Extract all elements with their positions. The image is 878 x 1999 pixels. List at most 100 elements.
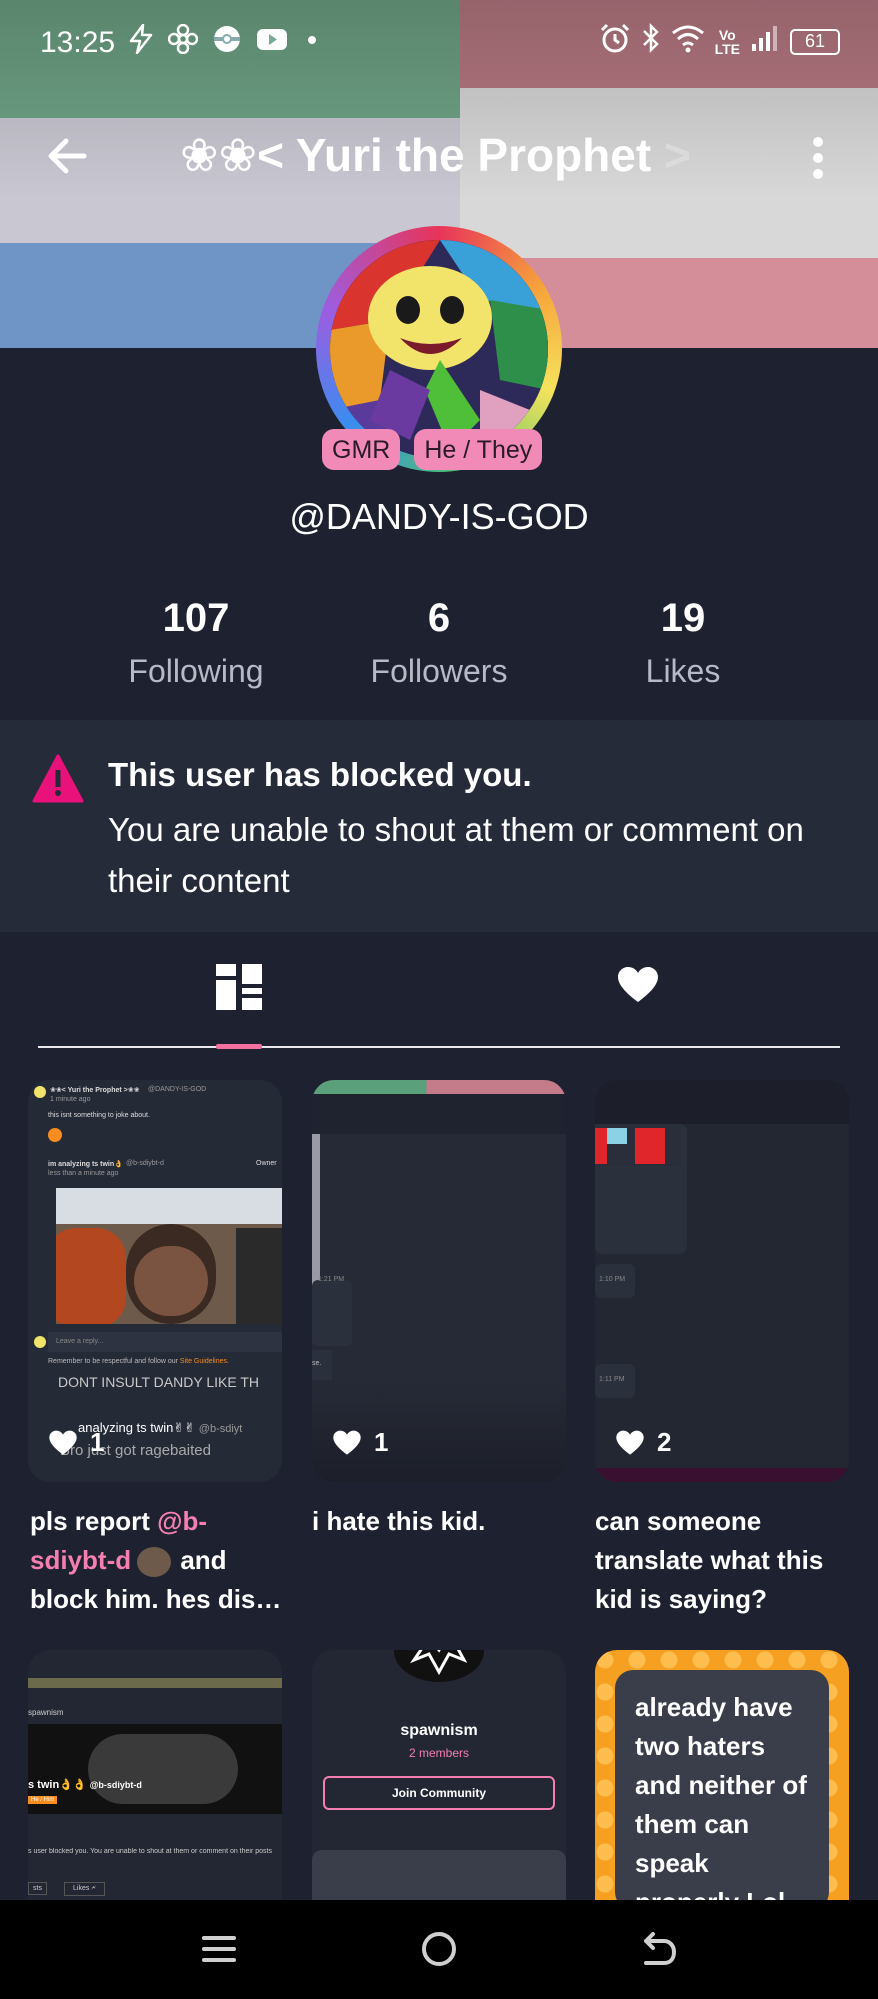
notice-title: This user has blocked you.: [108, 756, 532, 793]
join-community-button: Join Community: [323, 1776, 555, 1810]
post-1-caption-pre: pls report: [30, 1506, 158, 1536]
post-thumb-4: spawnism s twin👌👌 @b-sdiybt-d He / Him s…: [28, 1650, 282, 1900]
avatar[interactable]: [330, 240, 548, 458]
battery-indicator: 61: [790, 28, 840, 55]
post-3-caption[interactable]: can someone translate what this kid is s…: [595, 1502, 849, 1619]
thumb-reply-author: im analyzing ts twin👌: [48, 1161, 123, 1168]
back-arrow-icon: [48, 138, 87, 174]
post-3-likes: 2: [615, 1427, 671, 1458]
username: @DANDY-IS-GOD: [289, 496, 589, 537]
status-time: 13:25: [40, 26, 116, 59]
badge-pronouns: He / They: [414, 429, 543, 470]
nav-back-button[interactable]: [634, 1924, 684, 1974]
nav-recents-button[interactable]: [194, 1924, 244, 1974]
stat-likes-value: 19: [660, 596, 706, 640]
thumb-time-1: 1:10 PM: [599, 1276, 626, 1283]
warning-icon: [32, 754, 84, 803]
blocked-notice: This user has blocked you. You are unabl…: [0, 720, 878, 932]
bluetooth-icon: [641, 22, 661, 61]
thumb-handle: @DANDY-IS-GOD: [148, 1086, 207, 1093]
page-title: ❀❀< Yuri the Prophet >: [180, 128, 691, 182]
community-name: spawnism: [400, 1722, 478, 1739]
thumb-owner: Owner: [256, 1160, 277, 1167]
system-nav-bar: [0, 1900, 878, 1999]
post-card-3[interactable]: 1:10 PM 1:11 PM 2: [595, 1080, 849, 1482]
stat-following-value: 107: [162, 596, 230, 640]
post-card-1[interactable]: ❀❀< Yuri the Prophet >❀❀ @DANDY-IS-GOD 1…: [28, 1080, 282, 1482]
tab-divider: [38, 1046, 840, 1048]
signal-icon: [750, 24, 780, 59]
nav-home-button[interactable]: [414, 1924, 464, 1974]
wifi-icon: [671, 23, 705, 60]
stat-following-label: Following: [128, 653, 264, 689]
post-1-likes: 1: [48, 1427, 104, 1458]
nav-back-icon: [644, 1932, 676, 1965]
status-right-icons: Vo LTE 61: [599, 22, 840, 61]
post-thumb-5: spawnism 2 members Join Community: [312, 1650, 566, 1900]
thumb-guideline: Remember to be respectful and follow our: [48, 1358, 178, 1365]
thumb-4-label: spawnism: [28, 1708, 64, 1717]
more-vertical-icon: [813, 137, 823, 179]
text-post-bubble: already have two haters and neither of t…: [615, 1670, 829, 1900]
stat-followers[interactable]: 6 Followers: [319, 596, 559, 690]
tab-likes[interactable]: [617, 966, 659, 1004]
thumb-4-blocked: s user blocked you. You are unable to sh…: [28, 1848, 272, 1855]
stat-following[interactable]: 107 Following: [76, 596, 316, 690]
thumb-text: this isnt something to joke about.: [48, 1112, 150, 1119]
post-1-caption[interactable]: pls report @b-sdiybt-d and block him. he…: [30, 1502, 284, 1619]
post-3-like-count: 2: [657, 1427, 672, 1457]
tab-posts[interactable]: [216, 964, 262, 1010]
youtube-icon: [256, 24, 288, 61]
heart-icon: [616, 1430, 644, 1455]
badge-gmr: GMR: [322, 429, 401, 470]
profile-screen: 13:25 Vo LTE 61 ❀❀< Yuri the Prophet > G…: [0, 0, 878, 1999]
post-2-like-count: 1: [374, 1427, 389, 1457]
home-circle-icon: [422, 1932, 456, 1966]
thumb-4-pronoun: He / Him: [28, 1796, 58, 1804]
alarm-icon: [599, 22, 631, 61]
thumb-quote-handle: @b-sdiyt: [198, 1423, 243, 1435]
post-card-5[interactable]: spawnism 2 members Join Community: [312, 1650, 566, 1900]
thumb-time: 1:21 PM: [318, 1276, 345, 1283]
notice-body: You are unable to shout at them or comme…: [108, 811, 804, 899]
tab-active-indicator: [216, 1044, 262, 1049]
thumb-reply-placeholder: Leave a reply...: [48, 1332, 282, 1352]
post-card-4[interactable]: spawnism s twin👌👌 @b-sdiybt-d He / Him s…: [28, 1650, 282, 1900]
thumb-author: ❀❀< Yuri the Prophet >❀❀: [50, 1087, 140, 1094]
dot-icon: [302, 24, 322, 61]
thumb-guideline-link: Site Guidelines.: [179, 1358, 229, 1365]
post-2-likes: 1: [332, 1427, 388, 1458]
post-card-2[interactable]: 1:21 PM se. 1: [312, 1080, 566, 1482]
volte-icon: Vo LTE: [714, 26, 740, 57]
stat-followers-value: 6: [427, 596, 451, 640]
grid-posts-icon: [216, 964, 262, 1010]
thumb-4-tab-a: sts: [28, 1882, 47, 1895]
post-thumb-1: ❀❀< Yuri the Prophet >❀❀ @DANDY-IS-GOD 1…: [28, 1080, 282, 1482]
stat-likes-label: Likes: [645, 653, 721, 689]
thumb-4-handle: @b-sdiybt-d: [89, 1780, 142, 1790]
heart-icon: [618, 967, 658, 1002]
thumb-4-tab-b: Likes 🗲: [64, 1882, 105, 1896]
status-bar: 13:25 Vo LTE 61: [0, 0, 878, 88]
page-title-text: ❀❀< Yuri the Prophet: [180, 129, 652, 181]
post-card-6[interactable]: already have two haters and neither of t…: [595, 1650, 849, 1900]
pokeball-icon: [212, 24, 242, 61]
stat-likes[interactable]: 19 Likes: [563, 596, 803, 690]
post-2-caption[interactable]: i hate this kid.: [312, 1502, 566, 1541]
heart-icon: [333, 1430, 361, 1455]
heart-icon: [49, 1430, 77, 1455]
back-button[interactable]: [44, 132, 92, 180]
recents-icon: [202, 1936, 236, 1962]
more-options-button[interactable]: [806, 134, 830, 182]
pinwheel-icon: [167, 23, 199, 61]
thumb-reply-handle: @b-sdiybt-d: [126, 1160, 164, 1167]
post-thumb-3: 1:10 PM 1:11 PM: [595, 1080, 849, 1482]
community-members: 2 members: [408, 1746, 470, 1760]
thumb-time-2: 1:11 PM: [599, 1376, 625, 1383]
profile-badges: GMR He / They: [322, 429, 543, 470]
mention-avatar: [137, 1547, 172, 1578]
stat-followers-label: Followers: [370, 653, 508, 689]
status-left-icons: [128, 23, 322, 61]
community-avatar: [394, 1650, 484, 1682]
thumb-4-name: s twin👌👌: [28, 1779, 87, 1791]
